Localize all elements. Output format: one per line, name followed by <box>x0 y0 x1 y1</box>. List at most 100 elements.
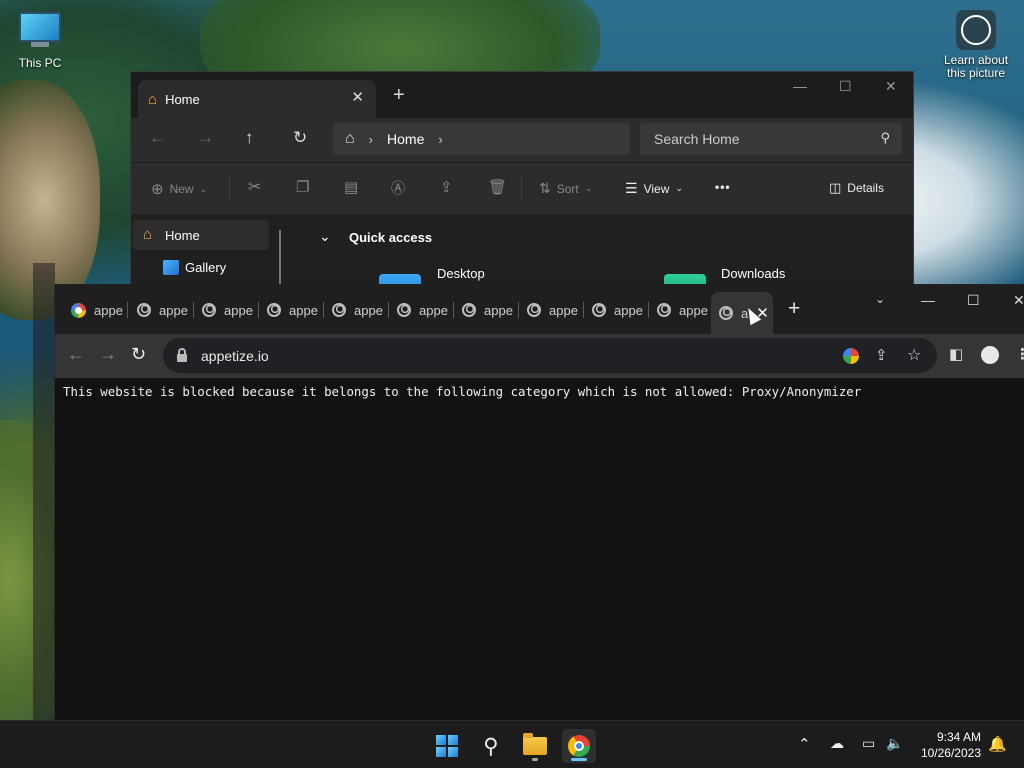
share-icon[interactable]: ⇪ <box>440 178 453 196</box>
minimize-button[interactable]: — <box>793 78 807 94</box>
close-tab-icon[interactable]: ✕ <box>351 88 364 106</box>
home-icon: ⌂ <box>345 130 355 147</box>
running-indicator <box>532 758 538 761</box>
refresh-icon[interactable]: ↻ <box>293 128 307 148</box>
file-explorer-taskbar-button[interactable] <box>518 729 552 763</box>
chevron-down-icon: ⌄ <box>675 183 683 193</box>
copy-icon[interactable]: ❐ <box>296 178 309 196</box>
window-shadow <box>33 263 55 721</box>
globe-icon <box>137 303 151 317</box>
chevron-up-icon[interactable]: ⌃ <box>798 735 811 753</box>
tab-divider <box>193 302 194 318</box>
close-window-button[interactable]: ✕ <box>1013 292 1024 309</box>
tab-label: appe <box>614 302 643 318</box>
lock-icon[interactable] <box>177 347 187 362</box>
quick-access-header[interactable]: Quick access <box>349 230 432 245</box>
browser-tab[interactable]: appe <box>657 297 708 323</box>
globe-icon <box>657 303 671 317</box>
browser-tab[interactable]: appe <box>397 297 448 323</box>
desktop-icon-this-pc[interactable]: This PC <box>10 10 70 70</box>
tab-label: appe <box>484 302 513 318</box>
globe-icon <box>592 303 606 317</box>
back-arrow-icon[interactable]: ← <box>67 344 85 365</box>
google-lens-icon[interactable] <box>843 348 859 364</box>
maximize-button[interactable]: ☐ <box>967 292 980 309</box>
clock-time: 9:34 AM <box>936 730 981 744</box>
camera-icon <box>956 10 996 50</box>
browser-tab-active[interactable]: a ✕ <box>711 292 773 334</box>
browser-tab[interactable]: appe <box>137 297 188 323</box>
delete-icon[interactable]: 🗑 <box>488 178 507 196</box>
side-panel-icon[interactable]: ◧ <box>949 345 963 363</box>
browser-tab[interactable]: appe <box>592 297 643 323</box>
volume-muted-icon[interactable]: 🔈 <box>886 735 903 752</box>
more-options-button[interactable]: ••• <box>715 180 731 194</box>
maximize-button[interactable]: ☐ <box>839 78 852 95</box>
new-tab-button[interactable]: + <box>393 84 405 107</box>
address-bar[interactable]: appetize.io ⇪ ☆ <box>163 338 937 373</box>
chevron-right-icon[interactable]: › <box>438 132 442 147</box>
rename-icon[interactable]: Ⓐ <box>391 178 405 198</box>
chevron-down-icon[interactable]: ⌄ <box>319 228 331 245</box>
view-list-icon: ☰ <box>625 180 638 196</box>
notification-bell-icon[interactable]: 🔔 <box>988 735 1007 753</box>
menu-kebab-icon[interactable]: ⋮ <box>1015 345 1024 363</box>
network-icon[interactable]: ▭ <box>862 735 875 752</box>
paste-icon[interactable]: ▤ <box>344 178 358 196</box>
start-button[interactable] <box>430 729 464 763</box>
explorer-tab-home[interactable]: ⌂ Home ✕ <box>138 80 376 118</box>
browser-tab[interactable]: appe <box>527 297 578 323</box>
sort-icon: ⇅ <box>539 180 551 196</box>
system-clock[interactable]: 9:34 AM 10/26/2023 <box>921 729 981 761</box>
sidebar-item-home[interactable]: ⌂ Home <box>133 220 269 250</box>
active-indicator <box>571 758 587 761</box>
tab-divider <box>388 302 389 318</box>
view-button[interactable]: ☰ View ⌄ <box>625 180 683 197</box>
search-button[interactable]: ⚲ <box>474 729 508 763</box>
chrome-browser-window: appe appe appe appe appe appe appe appe … <box>54 284 1024 722</box>
browser-tab[interactable]: appe <box>267 297 318 323</box>
new-tab-button[interactable]: + <box>788 297 800 321</box>
quick-access-downloads[interactable]: Downloads <box>721 266 785 281</box>
browser-tab[interactable]: appe <box>202 297 253 323</box>
clock-date: 10/26/2023 <box>920 746 981 760</box>
bookmark-star-icon[interactable]: ☆ <box>907 345 921 365</box>
close-window-button[interactable]: ✕ <box>885 78 897 95</box>
minimize-button[interactable]: — <box>921 292 935 308</box>
details-button[interactable]: ◫ Details <box>829 180 884 196</box>
browser-toolbar: ← → ↻ appetize.io ⇪ ☆ ◧ ⋮ <box>55 334 1024 378</box>
search-input[interactable]: Search Home ⚲ <box>640 123 902 155</box>
gallery-icon <box>163 260 179 275</box>
forward-arrow-icon[interactable]: → <box>99 344 117 365</box>
chrome-taskbar-button[interactable] <box>562 729 596 763</box>
forward-arrow-icon[interactable]: → <box>197 128 214 148</box>
new-button[interactable]: ⊕ New ⌄ <box>151 180 207 198</box>
sort-button[interactable]: ⇅ Sort ⌄ <box>539 180 592 197</box>
reload-icon[interactable]: ↻ <box>131 344 146 365</box>
breadcrumb-home[interactable]: Home <box>387 131 424 147</box>
browser-tab[interactable]: appe <box>332 297 383 323</box>
profile-avatar-icon[interactable] <box>981 346 999 364</box>
onedrive-icon[interactable]: ☁ <box>830 735 844 752</box>
folder-icon <box>523 733 547 755</box>
address-bar[interactable]: ⌂ › Home › <box>333 123 630 155</box>
browser-tab[interactable]: appe <box>71 297 123 323</box>
monitor-icon <box>19 12 61 42</box>
home-icon: ⌂ <box>148 90 158 108</box>
tab-search-icon[interactable]: ⌄ <box>875 292 885 306</box>
share-icon[interactable]: ⇪ <box>875 346 888 364</box>
quick-access-desktop[interactable]: Desktop <box>437 266 485 281</box>
desktop-icon-learn-about-picture[interactable]: Learn about this picture <box>938 10 1014 80</box>
plus-circle-icon: ⊕ <box>151 181 164 198</box>
tab-divider <box>127 302 128 318</box>
back-arrow-icon[interactable]: ← <box>149 128 166 148</box>
up-arrow-icon[interactable]: ↑ <box>245 128 254 148</box>
url-text[interactable]: appetize.io <box>201 348 269 364</box>
sidebar-item-gallery[interactable]: Gallery <box>163 260 226 275</box>
cut-icon[interactable]: ✂ <box>248 177 261 197</box>
details-pane-icon: ◫ <box>829 180 842 195</box>
globe-icon <box>267 303 281 317</box>
globe-icon <box>527 303 541 317</box>
browser-tab[interactable]: appe <box>462 297 513 323</box>
tab-divider <box>323 302 324 318</box>
